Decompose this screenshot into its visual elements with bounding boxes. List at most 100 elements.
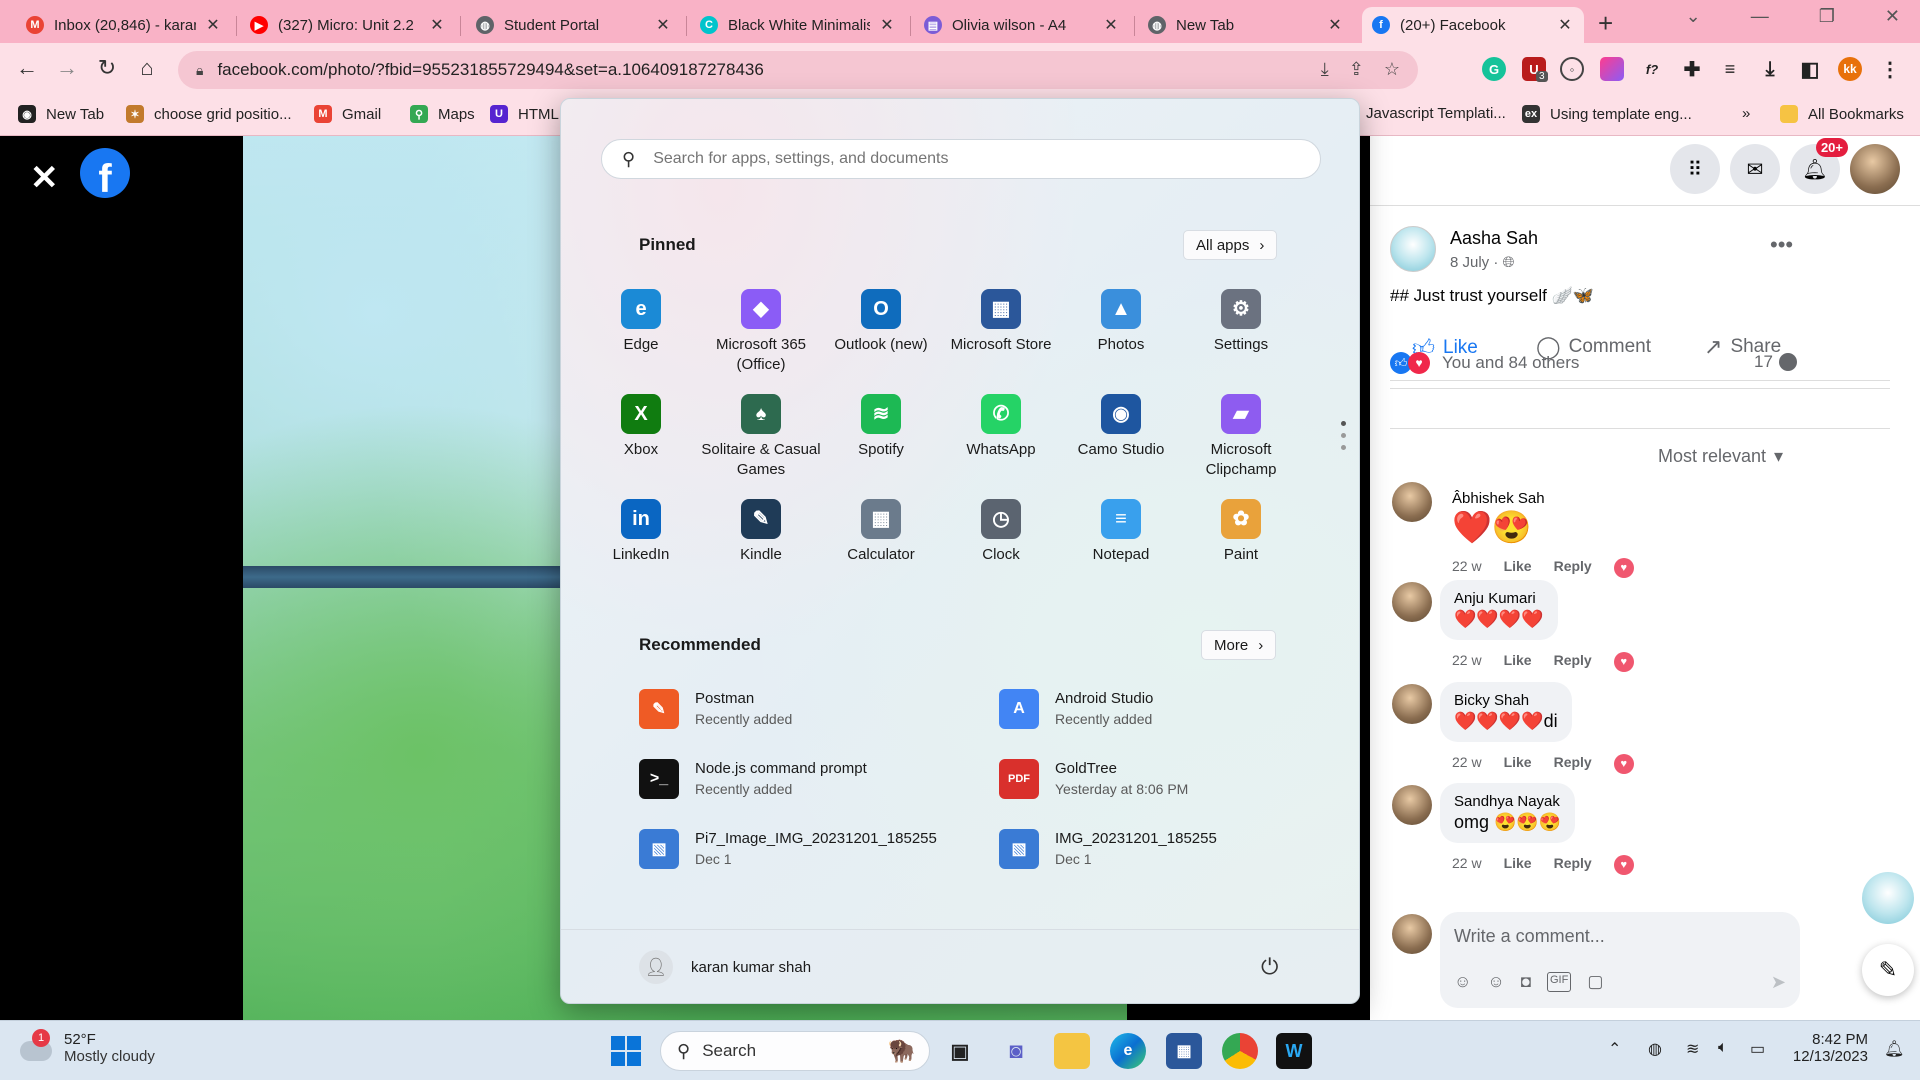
home-icon[interactable]: ⌂ [132, 55, 162, 81]
loom-icon[interactable]: ◦ [1560, 57, 1584, 81]
file-explorer-icon[interactable] [1054, 1033, 1090, 1069]
camera-icon[interactable]: ◘ [1521, 972, 1531, 992]
all-apps-button[interactable]: All apps › [1183, 230, 1278, 260]
taskbar-search[interactable]: ⚲ Search 🦬 [660, 1031, 930, 1071]
app-whatsapp[interactable]: ✆ WhatsApp [941, 394, 1061, 460]
volume-icon[interactable]: 🔈︎ [1718, 1039, 1728, 1057]
comment-reply-button[interactable]: Reply [1554, 652, 1592, 672]
windows-start-icon[interactable] [608, 1033, 644, 1069]
formula-icon[interactable]: f? [1640, 57, 1664, 81]
address-bar[interactable]: 🔒︎ facebook.com/photo/?fbid=955231855729… [178, 51, 1418, 89]
app-edge[interactable]: e Edge [581, 289, 701, 355]
comment-like-button[interactable]: Like [1504, 558, 1532, 578]
close-window-icon[interactable]: ✕ [1885, 6, 1900, 27]
comment-button[interactable]: ◯ Comment [1536, 334, 1651, 360]
app-settings[interactable]: ⚙ Settings [1181, 289, 1301, 355]
more-button[interactable]: More › [1201, 630, 1277, 660]
messenger-icon[interactable]: ✉ [1730, 144, 1780, 194]
chrome-taskbar-icon[interactable] [1222, 1033, 1258, 1069]
app-spotify[interactable]: ≋ Spotify [821, 394, 941, 460]
comment-like-button[interactable]: Like [1504, 855, 1532, 875]
notifications-bell-icon[interactable]: 🔔︎ 20+ [1790, 138, 1848, 194]
battery-icon[interactable]: ▭ [1750, 1039, 1765, 1059]
back-icon[interactable]: ← [12, 55, 42, 81]
close-tab-icon[interactable]: ✕ [204, 15, 222, 35]
close-tab-icon[interactable]: ✕ [1556, 15, 1574, 35]
comment-author[interactable]: Âbhishek Sah [1452, 490, 1545, 507]
more-options-icon[interactable]: ••• [1770, 232, 1793, 258]
app-paint[interactable]: ✿ Paint [1181, 499, 1301, 565]
new-message-icon[interactable]: ✎ [1862, 944, 1914, 996]
recommended-item[interactable]: >_ Node.js command prompt Recently added [639, 759, 867, 799]
tab-7[interactable]: f (20+) Facebook ✕ [1362, 7, 1584, 43]
comment-reply-button[interactable]: Reply [1554, 558, 1592, 578]
close-tab-icon[interactable]: ✕ [878, 15, 896, 35]
recommended-item[interactable]: ✎ Postman Recently added [639, 689, 792, 729]
install-icon[interactable]: ⤓ [1321, 59, 1329, 80]
start-search-box[interactable]: ⚲ [601, 139, 1321, 179]
current-user-avatar[interactable] [1392, 914, 1432, 954]
comment-reply-button[interactable]: Reply [1554, 855, 1592, 875]
app-xbox[interactable]: X Xbox [581, 394, 701, 460]
recommended-item[interactable]: A Android Studio Recently added [999, 689, 1153, 729]
app-clock[interactable]: ◷ Clock [941, 499, 1061, 565]
bookmark-6[interactable]: Javascript Templati... [1366, 105, 1506, 122]
profile-avatar[interactable]: kk [1838, 57, 1862, 81]
bookmark-star-icon[interactable]: ☆ [1384, 59, 1400, 80]
comment-like-button[interactable]: Like [1504, 652, 1532, 672]
page-dot[interactable] [1341, 445, 1346, 450]
weather-widget[interactable]: 1 52°F Mostly cloudy [20, 1029, 155, 1065]
side-panel-icon[interactable]: ◧ [1798, 57, 1822, 81]
comment-author[interactable]: Bicky Shah [1454, 692, 1558, 709]
page-dot[interactable] [1341, 421, 1346, 426]
recommended-item[interactable]: ▧ IMG_20231201_185255 Dec 1 [999, 829, 1217, 869]
downloads-icon[interactable]: ⤓ [1758, 57, 1782, 81]
chevron-down-icon[interactable]: ⌄ [1686, 6, 1701, 27]
sticker-icon[interactable]: ▢ [1587, 972, 1603, 992]
commenter-avatar[interactable] [1392, 582, 1432, 622]
bookmark-2[interactable]: ✶ choose grid positio... [126, 105, 292, 123]
close-tab-icon[interactable]: ✕ [1102, 15, 1120, 35]
app-calculator[interactable]: ▦ Calculator [821, 499, 941, 565]
comment-author[interactable]: Sandhya Nayak [1454, 793, 1561, 810]
recommended-item[interactable]: ▧ Pi7_Image_IMG_20231201_185255 Dec 1 [639, 829, 937, 869]
bookmark-3[interactable]: M Gmail [314, 105, 381, 123]
bookmark-5[interactable]: U HTML [490, 105, 559, 123]
notification-center-icon[interactable]: 🔔︎ [1884, 1039, 1904, 1059]
store-taskbar-icon[interactable]: ▦ [1166, 1033, 1202, 1069]
forward-icon[interactable]: → [52, 55, 82, 81]
app-linkedin[interactable]: in LinkedIn [581, 499, 701, 565]
comment-author[interactable]: Anju Kumari [1454, 590, 1544, 607]
more-bookmarks-icon[interactable]: » [1742, 105, 1750, 122]
grammarly-icon[interactable]: G [1482, 57, 1506, 81]
extensions-puzzle-icon[interactable]: ✚ [1680, 57, 1704, 81]
media-queue-icon[interactable]: ≡ [1718, 57, 1742, 81]
close-tab-icon[interactable]: ✕ [654, 15, 672, 35]
wifi-icon[interactable]: ≋ [1686, 1039, 1699, 1059]
app-microsoft-store[interactable]: ▦ Microsoft Store [941, 289, 1061, 355]
edge-taskbar-icon[interactable]: e [1110, 1033, 1146, 1069]
comment-reply-button[interactable]: Reply [1554, 754, 1592, 774]
app-camo-studio[interactable]: ◉ Camo Studio [1061, 394, 1181, 460]
app-kindle[interactable]: ✎ Kindle [701, 499, 821, 565]
network-status-icon[interactable]: ◍ [1648, 1039, 1662, 1059]
tab-2[interactable]: ▶ (327) Micro: Unit 2.2 ✕ [240, 7, 456, 43]
start-search-input[interactable] [651, 149, 1292, 169]
like-button[interactable]: 👍︎ Like [1412, 334, 1478, 361]
bookmark-4[interactable]: ⚲ Maps [410, 105, 475, 123]
app-photos[interactable]: ▲ Photos [1061, 289, 1181, 355]
heart-reaction-icon[interactable]: ♥ [1613, 855, 1634, 875]
show-hidden-icons[interactable]: ⌃ [1608, 1039, 1621, 1059]
menu-icon[interactable]: ⋮ [1878, 57, 1902, 81]
bookmark-8[interactable]: All Bookmarks [1780, 105, 1904, 123]
facebook-logo-icon[interactable]: f [80, 148, 130, 198]
commenter-avatar[interactable] [1392, 785, 1432, 825]
emoji-icon[interactable]: ☺ [1487, 972, 1504, 992]
avatar-sticker-icon[interactable]: ☺ [1454, 972, 1471, 992]
comment-like-button[interactable]: Like [1504, 754, 1532, 774]
send-icon[interactable]: ➤ [1771, 972, 1786, 993]
bookmark-7[interactable]: ex Using template eng... [1522, 105, 1692, 123]
app-notepad[interactable]: ≡ Notepad [1061, 499, 1181, 565]
share-icon[interactable]: ⇪ [1349, 59, 1364, 80]
close-icon[interactable]: ✕ [30, 158, 59, 198]
